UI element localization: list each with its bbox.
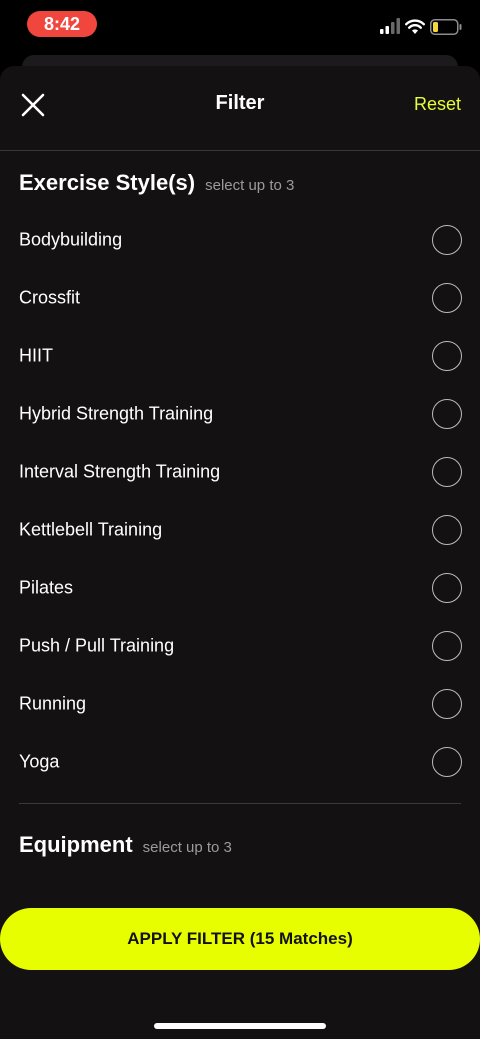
option-label: Hybrid Strength Training	[19, 403, 214, 424]
exercise-style-hint: select up to 3	[205, 177, 295, 194]
radio-button[interactable]	[432, 283, 462, 313]
option-label: Push / Pull Training	[19, 635, 175, 656]
section-divider	[19, 803, 461, 804]
option-label: Kettlebell Training	[19, 519, 163, 540]
option-label: Crossfit	[19, 287, 81, 308]
status-bar: 8:42	[0, 0, 480, 50]
exercise-style-header: Exercise Style(s) select up to 3	[19, 170, 294, 196]
exercise-option-hybrid-strength-training[interactable]: Hybrid Strength Training	[0, 385, 480, 443]
status-time: 8:42	[27, 11, 97, 37]
exercise-option-running[interactable]: Running	[0, 675, 480, 733]
exercise-option-bodybuilding[interactable]: Bodybuilding	[0, 211, 480, 269]
equipment-hint: select up to 3	[142, 839, 232, 856]
filter-sheet: Filter Reset Exercise Style(s) select up…	[0, 66, 480, 1039]
radio-button[interactable]	[432, 457, 462, 487]
option-label: Interval Strength Training	[19, 461, 221, 482]
battery-icon	[430, 19, 462, 35]
nav-bar: Filter Reset	[0, 66, 480, 151]
radio-button[interactable]	[432, 399, 462, 429]
page-title: Filter	[215, 92, 265, 114]
exercise-option-kettlebell-training[interactable]: Kettlebell Training	[0, 501, 480, 559]
exercise-option-crossfit[interactable]: Crossfit	[0, 269, 480, 327]
screen: 8:42 Filter Reset Exercise Style(s) sele…	[0, 0, 480, 1039]
exercise-option-hiit[interactable]: HIIT	[0, 327, 480, 385]
equipment-header: Equipment select up to 3	[19, 832, 232, 858]
exercise-option-push-pull-training[interactable]: Push / Pull Training	[0, 617, 480, 675]
radio-button[interactable]	[432, 573, 462, 603]
exercise-option-pilates[interactable]: Pilates	[0, 559, 480, 617]
exercise-style-list: Bodybuilding Crossfit HIIT Hybrid Streng…	[0, 211, 480, 791]
radio-button[interactable]	[432, 225, 462, 255]
radio-button[interactable]	[432, 631, 462, 661]
cellular-signal-icon	[380, 18, 400, 34]
radio-button[interactable]	[432, 747, 462, 777]
radio-button[interactable]	[432, 689, 462, 719]
option-label: Pilates	[19, 577, 74, 598]
exercise-option-interval-strength-training[interactable]: Interval Strength Training	[0, 443, 480, 501]
radio-button[interactable]	[432, 341, 462, 371]
option-label: HIIT	[19, 345, 53, 366]
exercise-style-title: Exercise Style(s)	[19, 170, 196, 195]
equipment-title: Equipment	[19, 832, 133, 857]
wifi-icon	[405, 19, 425, 34]
apply-filter-button[interactable]: APPLY FILTER (15 Matches)	[0, 908, 480, 970]
option-label: Yoga	[19, 751, 60, 772]
home-indicator[interactable]	[154, 1023, 326, 1029]
exercise-option-yoga[interactable]: Yoga	[0, 733, 480, 791]
option-label: Bodybuilding	[19, 229, 123, 250]
reset-button[interactable]: Reset	[414, 94, 461, 115]
radio-button[interactable]	[432, 515, 462, 545]
option-label: Running	[19, 693, 87, 714]
